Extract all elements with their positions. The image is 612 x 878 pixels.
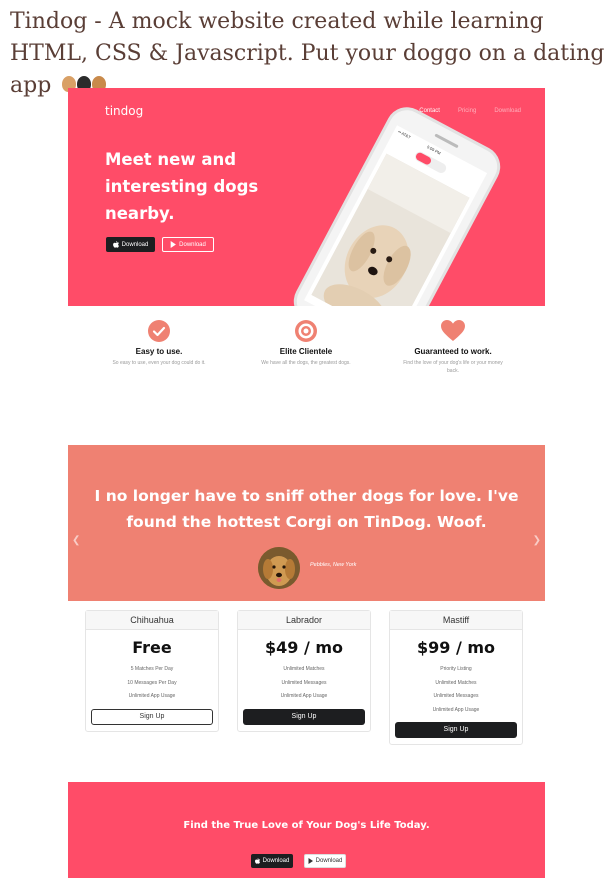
plan-feature: Priority Listing	[440, 666, 472, 672]
testimonial-author: Pebbles, New York	[310, 562, 357, 568]
plan-price: Free	[132, 638, 172, 657]
plan-feature: Unlimited App Usage	[280, 693, 328, 699]
logo[interactable]: tindog	[105, 104, 143, 118]
check-circle-icon	[148, 320, 170, 342]
sign-up-button[interactable]: Sign Up	[243, 708, 365, 725]
play-download-button[interactable]: Download	[304, 854, 346, 868]
heart-icon	[441, 320, 465, 341]
feature-text: We have all the dogs, the greatest dogs.	[261, 360, 351, 366]
feature-easy: Easy to use. So easy to use, even your d…	[104, 320, 214, 367]
feature-title: Guaranteed to work.	[414, 347, 492, 356]
testimonial-section: ❮ ❯ I no longer have to sniff other dogs…	[68, 445, 545, 601]
carousel-next-icon[interactable]: ❯	[533, 535, 541, 546]
google-play-icon	[170, 241, 177, 248]
bullseye-icon	[295, 320, 317, 342]
feature-text: So easy to use, even your dog could do i…	[112, 360, 206, 366]
carousel-prev-icon[interactable]: ❮	[72, 535, 80, 546]
golden-retriever-avatar	[258, 547, 300, 589]
pricing-card-labrador: Labrador $49 / mo Unlimited Matches Unli…	[237, 610, 371, 732]
cta-title: Find the True Love of Your Dog's Life To…	[183, 820, 430, 831]
play-download-button[interactable]: Download	[162, 237, 214, 252]
nav-link-contact[interactable]: Contact	[419, 108, 440, 114]
plan-price: $49 / mo	[264, 638, 344, 657]
apple-icon	[254, 858, 260, 864]
plan-feature: Unlimited Messages	[433, 693, 479, 699]
dog-illustration	[311, 153, 470, 306]
feature-text: Find the love of your dog's life or your…	[403, 360, 503, 374]
phone-time: 5:09 PM	[426, 144, 442, 156]
sign-up-button[interactable]: Sign Up	[91, 708, 213, 725]
plan-feature: 10 Messages Per Day	[127, 679, 177, 686]
apple-icon	[112, 241, 119, 248]
nav-link-download[interactable]: Download	[494, 108, 521, 114]
plan-name: Labrador	[238, 611, 370, 630]
apple-download-label: Download	[262, 858, 290, 864]
feature-guaranteed: Guaranteed to work. Find the love of you…	[398, 320, 508, 375]
pricing-section: Chihuahua Free 5 Matches Per Day 10 Mess…	[68, 608, 545, 745]
plan-price: $99 / mo	[416, 638, 496, 657]
avatar	[258, 547, 300, 589]
navbar: Contact Pricing Download	[419, 108, 521, 114]
phone-mockup: •• AT&T 5:09 PM	[290, 103, 504, 306]
dog-photo	[311, 153, 470, 306]
plan-feature: Unlimited Matches	[435, 679, 477, 686]
feature-elite: Elite Clientele We have all the dogs, th…	[251, 320, 361, 367]
plan-feature: 5 Matches Per Day	[130, 666, 174, 672]
phone-speaker	[434, 133, 459, 149]
testimonial-quote: I no longer have to sniff other dogs for…	[94, 487, 519, 531]
cta-section: Find the True Love of Your Dog's Life To…	[68, 782, 545, 878]
plan-feature: Unlimited App Usage	[432, 706, 480, 713]
apple-download-button[interactable]: Download	[251, 854, 293, 868]
pricing-card-chihuahua: Chihuahua Free 5 Matches Per Day 10 Mess…	[85, 610, 219, 732]
play-download-label: Download	[179, 241, 206, 248]
features-section: Easy to use. So easy to use, even your d…	[68, 306, 545, 406]
plan-feature: Unlimited Messages	[281, 679, 327, 686]
feature-title: Easy to use.	[135, 347, 183, 356]
hero-section: tindog Contact Pricing Download Meet new…	[68, 88, 545, 306]
nav-link-pricing[interactable]: Pricing	[458, 108, 476, 114]
google-play-icon	[308, 858, 313, 864]
feature-title: Elite Clientele	[279, 347, 333, 356]
plan-name: Mastiff	[390, 611, 522, 630]
pricing-card-mastiff: Mastiff $99 / mo Priority Listing Unlimi…	[389, 610, 523, 745]
phone-carrier: •• AT&T	[397, 128, 412, 140]
plan-feature: Unlimited App Usage	[128, 693, 176, 699]
hero-heading: Meet new and interesting dogs nearby.	[105, 150, 259, 223]
plan-name: Chihuahua	[86, 611, 218, 630]
play-download-label: Download	[315, 858, 343, 864]
phone-screen: •• AT&T 5:09 PM	[304, 125, 488, 306]
apple-download-label: Download	[121, 241, 149, 248]
apple-download-button[interactable]: Download	[106, 237, 155, 252]
plan-feature: Unlimited Matches	[283, 666, 325, 672]
sign-up-button[interactable]: Sign Up	[395, 722, 517, 738]
